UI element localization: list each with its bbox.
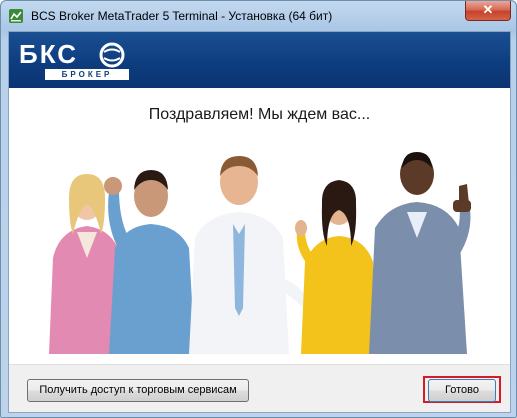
logo-globe-icon [99, 42, 125, 68]
footer-bar: Получить доступ к торговым сервисам Гото… [9, 364, 510, 412]
person-blue-shirt [104, 170, 195, 354]
logo-text: БКС [19, 39, 78, 69]
installer-window: BCS Broker MetaTrader 5 Terminal - Устан… [0, 0, 517, 418]
metatrader-app-icon [9, 9, 23, 23]
person-yellow-blouse [295, 180, 377, 354]
person-grey-suit [369, 152, 471, 354]
installer-content: БКС БРОКЕР Поздравляем! Мы ждем вас... П… [8, 31, 511, 413]
done-button[interactable]: Готово [428, 379, 496, 402]
close-icon: ✕ [482, 2, 494, 17]
window-title: BCS Broker MetaTrader 5 Terminal - Устан… [31, 9, 333, 23]
title-bar[interactable]: BCS Broker MetaTrader 5 Terminal - Устан… [1, 1, 516, 31]
team-photo-image [49, 152, 471, 354]
logo-subtitle: БРОКЕР [45, 69, 129, 80]
congrats-headline: Поздравляем! Мы ждем вас... [148, 106, 371, 123]
header-banner: БКС БРОКЕР [9, 32, 510, 88]
close-button[interactable]: ✕ [465, 1, 511, 21]
bcs-logo: БКС БРОКЕР [19, 39, 129, 83]
get-trading-access-button[interactable]: Получить доступ к торговым сервисам [27, 379, 249, 402]
done-button-highlight: Готово [423, 376, 501, 403]
